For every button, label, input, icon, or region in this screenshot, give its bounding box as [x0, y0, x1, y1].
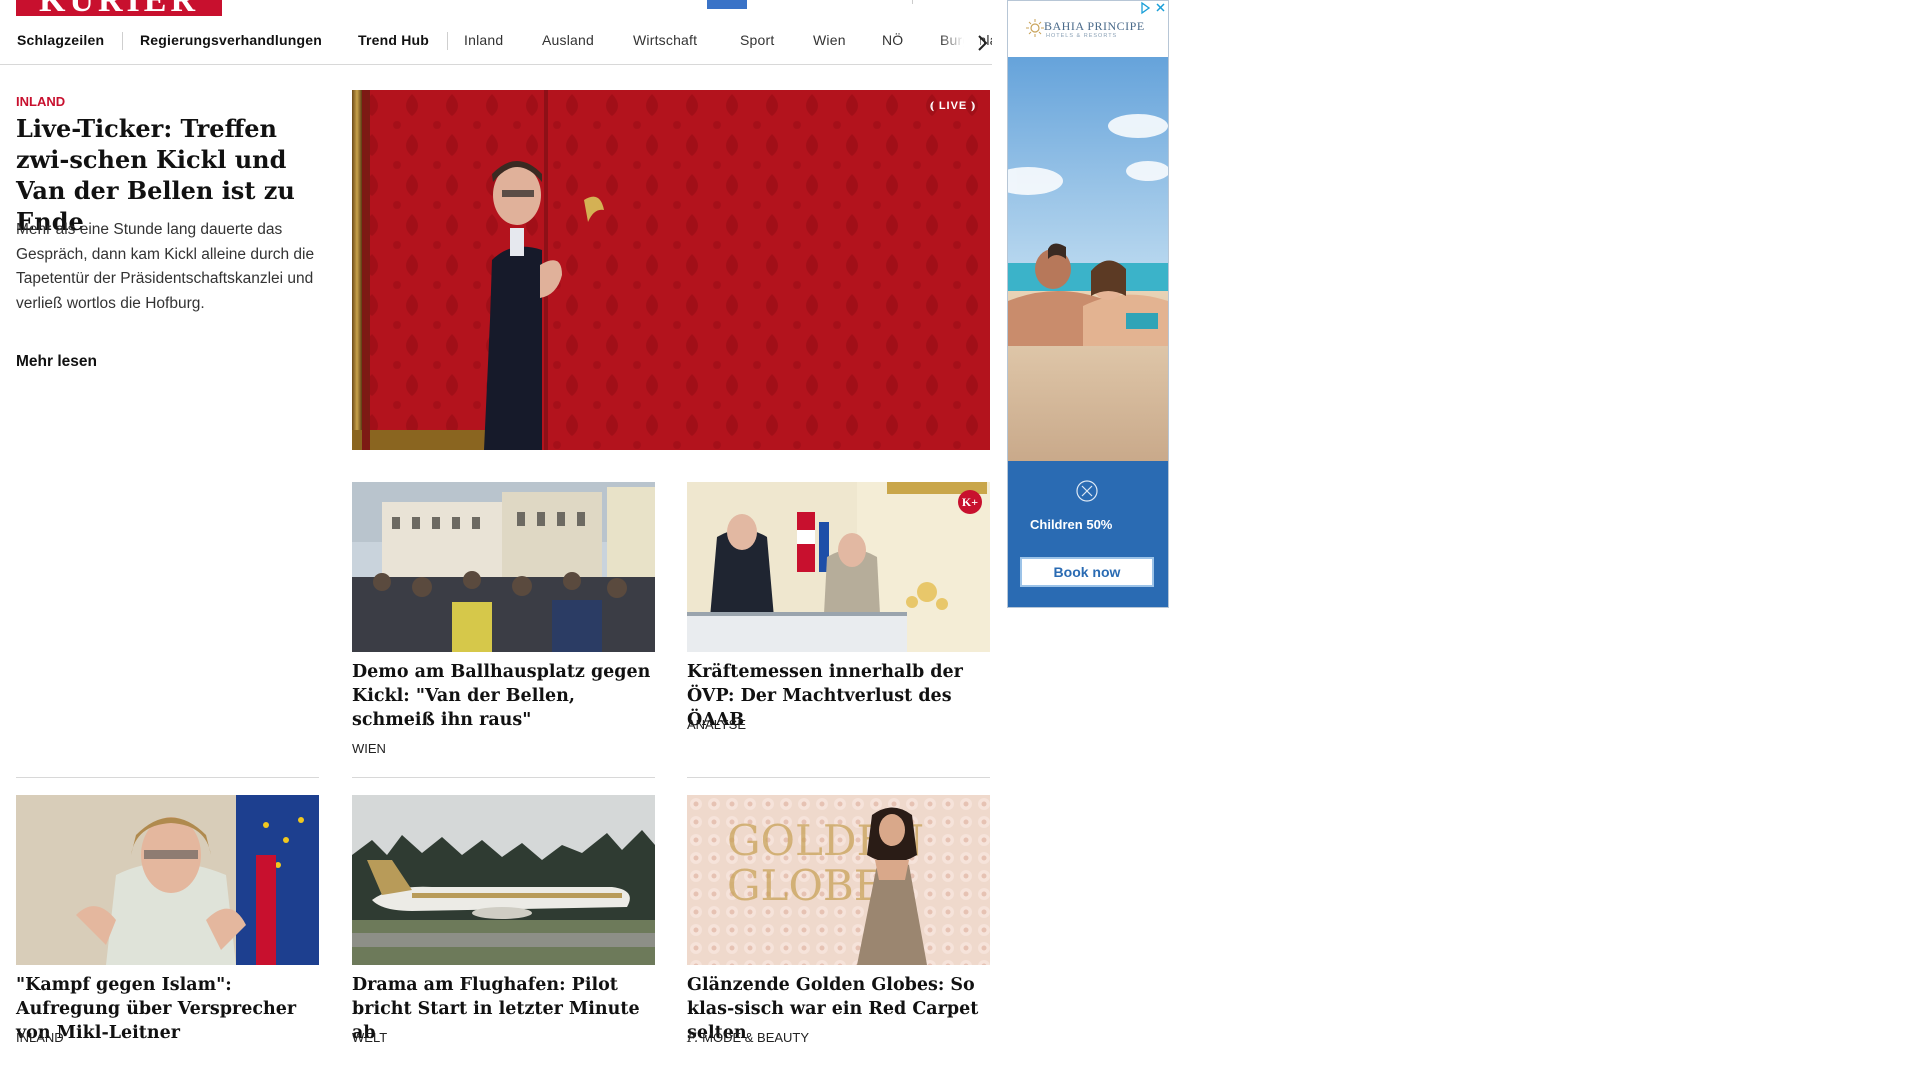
- airplane-photo: [352, 795, 655, 965]
- card-image-oevp[interactable]: K+: [687, 482, 990, 652]
- kurier-plus-badge: K+: [958, 490, 982, 514]
- lead-teaser: Mehr als eine Stunde lang dauerte das Ge…: [16, 221, 315, 312]
- kurier-logo[interactable]: KURIER: [16, 0, 222, 16]
- card-headline[interactable]: Demo am Ballhausplatz gegen Kickl: "Van …: [352, 660, 655, 732]
- nav-item-wirtschaft[interactable]: Wirtschaft: [633, 32, 697, 48]
- card-kicker[interactable]: WIEN: [352, 741, 386, 756]
- card-headline[interactable]: Drama am Flughafen: Pilot bricht Start i…: [352, 973, 655, 1045]
- nav-item-sport[interactable]: Sport: [740, 32, 774, 48]
- card-divider: [352, 777, 655, 778]
- sun-logo-icon: [1026, 19, 1044, 37]
- ad-promo-text: Children 50%: [1030, 517, 1113, 532]
- nav-divider: [122, 32, 123, 50]
- card-image-golden-globes[interactable]: GOLDEN GLOBES: [687, 795, 990, 965]
- card-image-demo[interactable]: [352, 482, 655, 652]
- fashion-icon: f.: [687, 1031, 699, 1046]
- nav-item-ausland[interactable]: Ausland: [542, 32, 594, 48]
- chevron-right-icon[interactable]: [975, 26, 991, 62]
- demo-photo: [352, 482, 655, 652]
- read-more-link[interactable]: Mehr lesen: [16, 353, 97, 371]
- lead-image[interactable]: ⦅ LIVE ⦆: [352, 90, 990, 450]
- main-navigation: Schlagzeilen Regierungsverhandlungen Tre…: [0, 26, 992, 65]
- advertisement[interactable]: BAHIA PRINCIPE HOTELS & RESORTS Children…: [1007, 0, 1169, 608]
- card-image-flughafen[interactable]: [352, 795, 655, 965]
- live-badge: ⦅ LIVE ⦆: [930, 100, 976, 112]
- book-now-button[interactable]: Book now: [1020, 557, 1154, 587]
- card-image-mikl-leitner[interactable]: [16, 795, 319, 965]
- ad-choices[interactable]: [1138, 1, 1168, 15]
- card-kicker-label: MODE & BEAUTY: [702, 1030, 810, 1045]
- card-kicker[interactable]: ANALYSE: [687, 717, 746, 732]
- nav-item-inland[interactable]: Inland: [464, 32, 503, 48]
- hero-photo: [352, 90, 990, 450]
- close-circle-icon[interactable]: [1076, 480, 1098, 502]
- nav-item-trend-hub[interactable]: Trend Hub: [358, 32, 429, 48]
- mikl-leitner-photo: [16, 795, 319, 965]
- ad-brand-sub: HOTELS & RESORTS: [1046, 33, 1118, 39]
- ad-choices-icon[interactable]: [1138, 1, 1168, 15]
- card-kicker[interactable]: f. MODE & BEAUTY: [687, 1030, 809, 1046]
- lead-kicker[interactable]: INLAND: [16, 94, 65, 109]
- nav-divider: [447, 32, 448, 50]
- ad-brand: BAHIA PRINCIPE: [1044, 19, 1145, 33]
- nav-item-schlagzeilen[interactable]: Schlagzeilen: [17, 32, 104, 48]
- card-divider: [16, 777, 319, 778]
- top-bar-divider: [912, 0, 913, 4]
- card-divider: [687, 777, 990, 778]
- card-kicker[interactable]: INLAND: [16, 1030, 64, 1045]
- top-bar-accent: [707, 0, 747, 9]
- nav-item-noe[interactable]: NÖ: [882, 32, 903, 48]
- nav-item-regierungsverhandlungen[interactable]: Regierungsverhandlungen: [140, 32, 322, 48]
- golden-globes-photo: GOLDEN GLOBES: [687, 795, 990, 965]
- card-kicker[interactable]: WELT: [352, 1030, 387, 1045]
- nav-item-wien[interactable]: Wien: [813, 32, 846, 48]
- nav-fade-overlay: [940, 26, 980, 62]
- oevp-photo: [687, 482, 990, 652]
